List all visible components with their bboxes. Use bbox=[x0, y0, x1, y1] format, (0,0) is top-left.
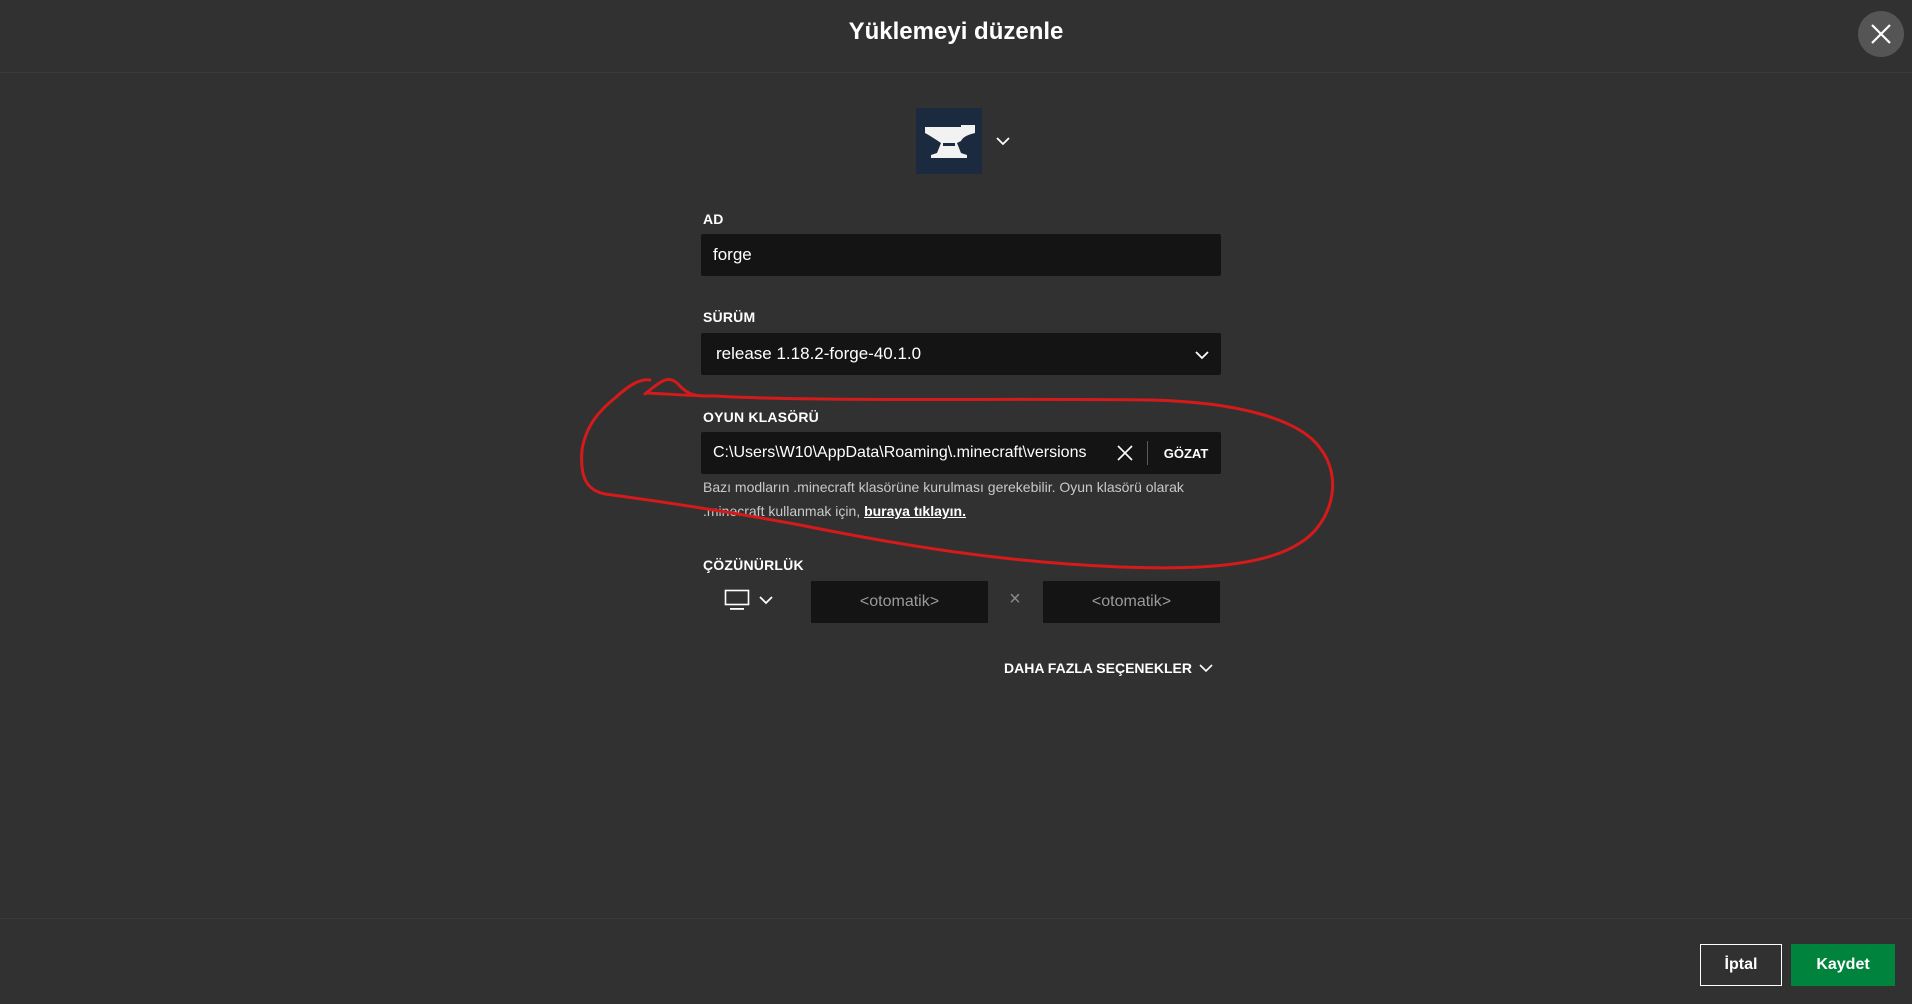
browse-button[interactable]: GÖZAT bbox=[1157, 432, 1215, 474]
version-select[interactable]: release 1.18.2-forge-40.1.0 bbox=[701, 333, 1221, 375]
icon-picker-chevron[interactable] bbox=[994, 132, 1012, 155]
close-icon bbox=[1871, 24, 1891, 44]
close-button[interactable] bbox=[1858, 11, 1904, 57]
cancel-button[interactable]: İptal bbox=[1700, 944, 1782, 986]
chevron-down-icon bbox=[1199, 664, 1213, 673]
resolution-height-input[interactable]: <otomatik> bbox=[1043, 581, 1220, 623]
resolution-label: ÇÖZÜNÜRLÜK bbox=[703, 557, 804, 573]
name-field[interactable]: forge bbox=[701, 234, 1221, 276]
more-options-label: DAHA FAZLA SEÇENEKLER bbox=[1004, 660, 1192, 676]
installation-icon[interactable] bbox=[916, 108, 982, 174]
use-minecraft-folder-link[interactable]: buraya tıklayın. bbox=[864, 503, 966, 519]
version-value: release 1.18.2-forge-40.1.0 bbox=[716, 344, 922, 363]
anvil-icon bbox=[925, 125, 975, 158]
game-directory-hint: Bazı modların .minecraft klasörüne kurul… bbox=[703, 475, 1223, 523]
name-value: forge bbox=[713, 245, 752, 264]
field-divider bbox=[1147, 441, 1148, 465]
resolution-width-input[interactable]: <otomatik> bbox=[811, 581, 988, 623]
chevron-down-icon bbox=[759, 596, 773, 605]
chevron-down-icon bbox=[1195, 351, 1209, 360]
close-icon bbox=[1117, 445, 1133, 461]
version-label: SÜRÜM bbox=[703, 309, 756, 325]
game-directory-input[interactable]: C:\Users\W10\AppData\Roaming\.minecraft\… bbox=[713, 432, 1103, 474]
monitor-icon bbox=[724, 589, 750, 610]
footer-divider bbox=[0, 918, 1912, 919]
installation-icon-picker[interactable] bbox=[916, 108, 1036, 174]
resolution-separator: × bbox=[1009, 588, 1021, 610]
page-title: Yüklemeyi düzenle bbox=[848, 18, 1064, 45]
save-button[interactable]: Kaydet bbox=[1791, 944, 1895, 986]
resolution-preset-dropdown[interactable] bbox=[724, 589, 776, 615]
game-directory-field: C:\Users\W10\AppData\Roaming\.minecraft\… bbox=[701, 432, 1221, 474]
name-label: AD bbox=[703, 211, 724, 227]
game-directory-label: OYUN KLASÖRÜ bbox=[703, 409, 819, 425]
more-options-toggle[interactable]: DAHA FAZLA SEÇENEKLER bbox=[1004, 660, 1214, 676]
chevron-down-icon bbox=[996, 137, 1010, 146]
edit-installation-dialog: Yüklemeyi düzenle AD forge SÜRÜM release… bbox=[0, 0, 1912, 1004]
dialog-header: Yüklemeyi düzenle bbox=[0, 0, 1912, 73]
clear-directory-button[interactable] bbox=[1115, 443, 1135, 463]
